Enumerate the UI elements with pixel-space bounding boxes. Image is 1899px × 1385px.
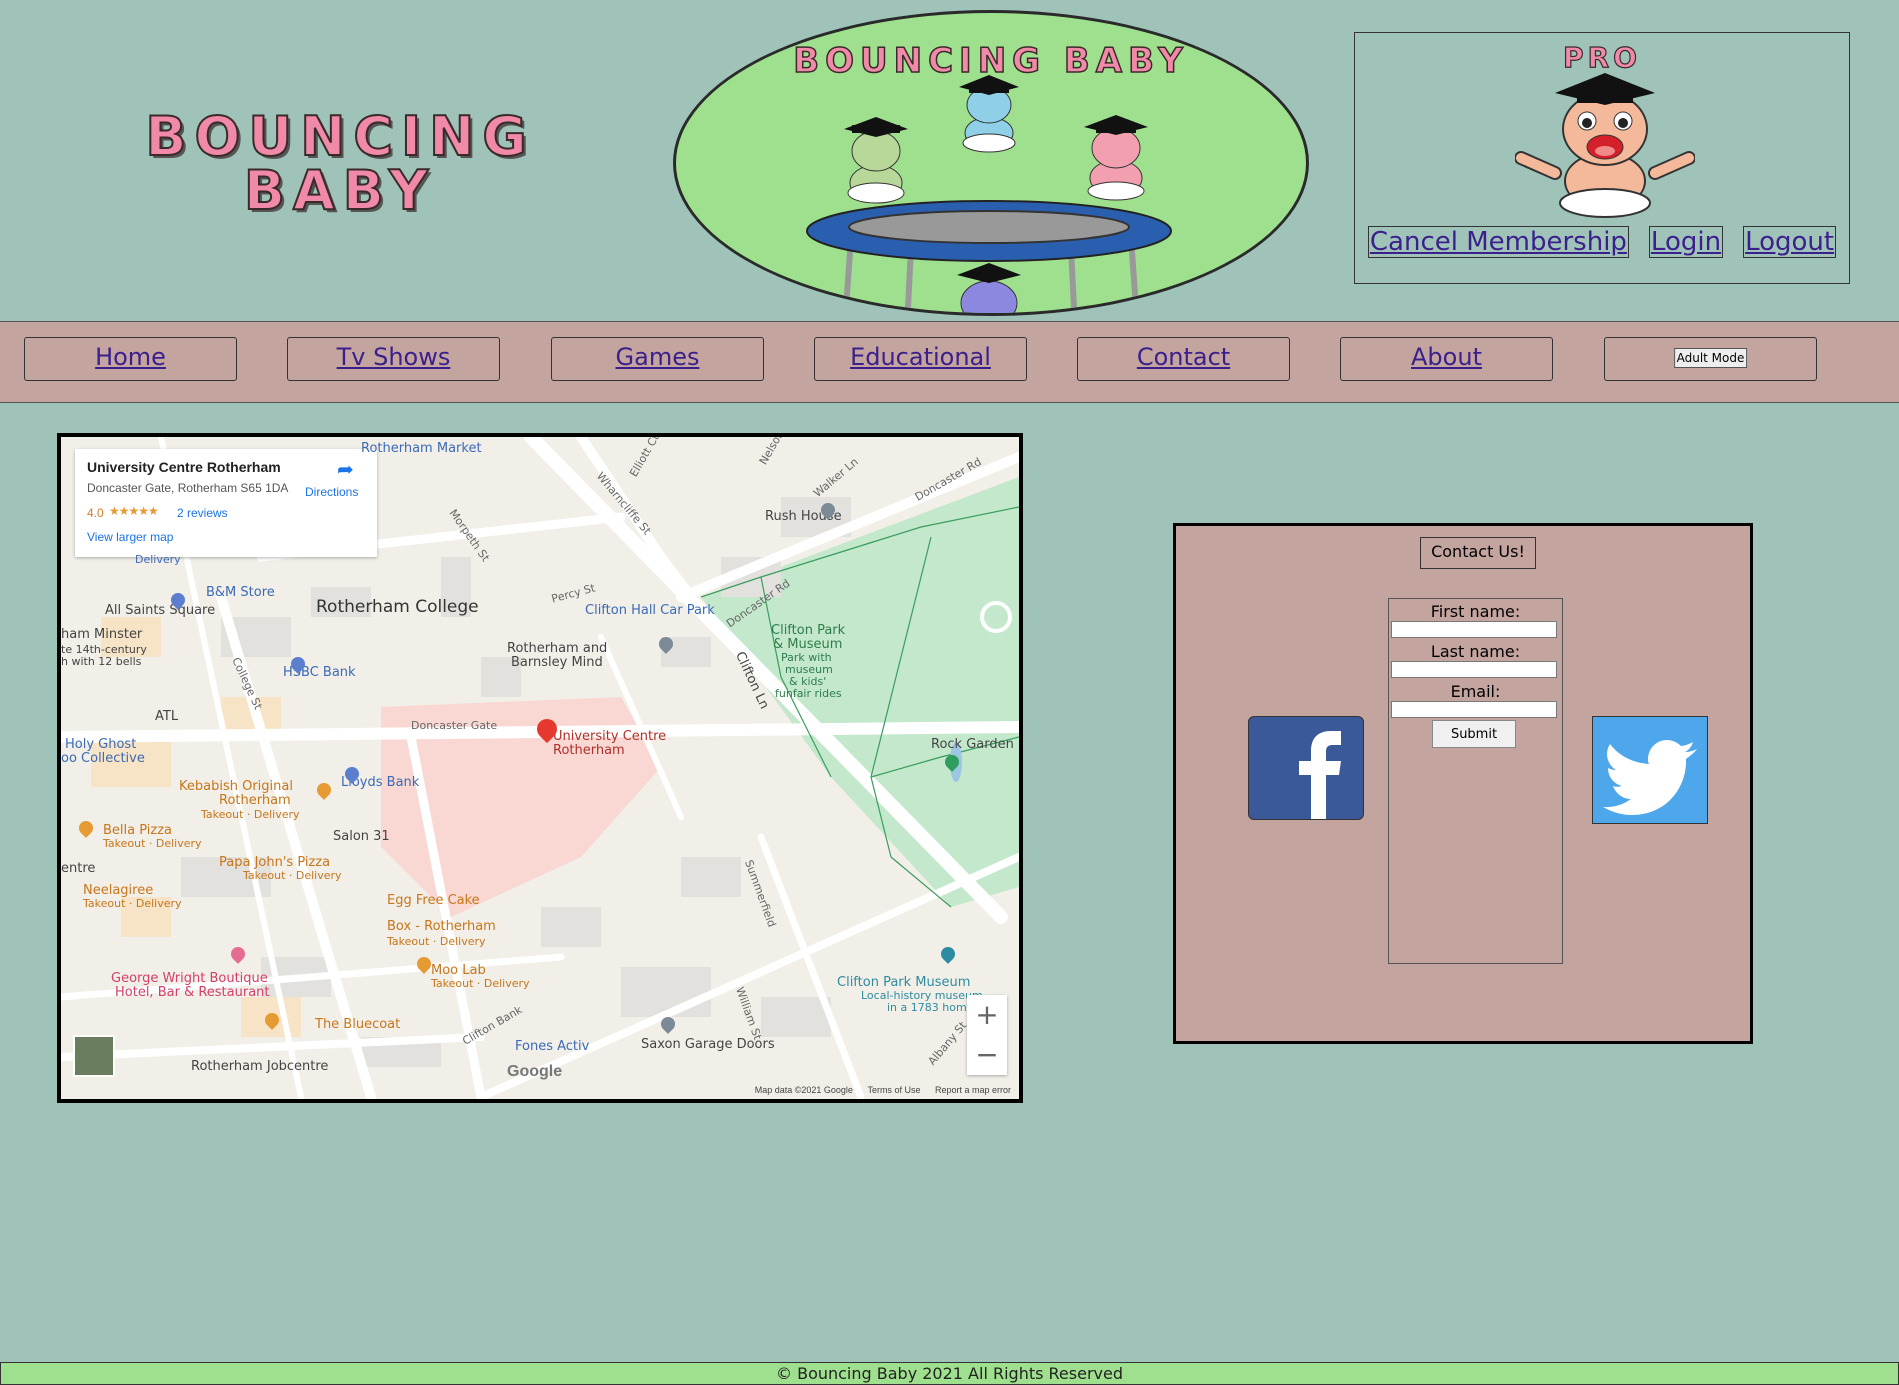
nav-games-link[interactable]: Games xyxy=(551,337,764,381)
map-label: oo Collective xyxy=(61,751,145,766)
map-label: Takeout · Delivery xyxy=(103,837,202,850)
map-data-text: Map data ©2021 Google xyxy=(754,1085,853,1095)
site-logo-text: BOUNCING BABY xyxy=(60,105,620,222)
nav-about-link[interactable]: About xyxy=(1340,337,1553,381)
main-nav: Home Tv Shows Games Educational Contact … xyxy=(0,321,1899,403)
first-name-field[interactable] xyxy=(1391,621,1557,638)
map-label: Rotherham and xyxy=(507,641,608,656)
terms-link[interactable]: Terms of Use xyxy=(867,1085,920,1095)
account-links: Cancel Membership Login Logout xyxy=(1355,226,1849,258)
map-label: Moo Lab xyxy=(431,963,486,978)
email-field[interactable] xyxy=(1391,701,1557,718)
map-label: funfair rides xyxy=(775,687,842,700)
map-label: ham Minster xyxy=(61,627,143,642)
banner-image: BOUNCING BABY xyxy=(673,10,1309,316)
place-name: University Centre Rotherham xyxy=(87,459,281,475)
contact-form: First name: Last name: Email: Submit xyxy=(1388,598,1563,964)
map-label: The Bluecoat xyxy=(315,1017,401,1032)
map-label: Takeout · Delivery xyxy=(83,897,182,910)
map-label: George Wright Boutique xyxy=(111,971,268,986)
view-larger-map-link[interactable]: View larger map xyxy=(87,530,173,544)
nav-home-link[interactable]: Home xyxy=(24,337,237,381)
map-label: Takeout · Delivery xyxy=(431,977,530,990)
map-label: Clifton Park xyxy=(771,623,846,638)
map-label: Fones Activ xyxy=(515,1039,590,1054)
zoom-control: + − xyxy=(967,995,1007,1075)
email-label: Email: xyxy=(1450,682,1501,701)
zoom-in-button[interactable]: + xyxy=(967,995,1007,1035)
map-label: Neelagiree xyxy=(83,883,154,898)
nav-contact-link[interactable]: Contact xyxy=(1077,337,1290,381)
logo-line-1: BOUNCING xyxy=(144,105,535,168)
map-label: Rotherham College xyxy=(316,597,479,617)
account-panel: PRO Cancel Membership Login Logout xyxy=(1354,32,1850,284)
embedded-map[interactable]: University Centre Rotherham Doncaster Ga… xyxy=(57,433,1023,1103)
map-label: University Centre xyxy=(553,729,667,744)
map-label: Bella Pizza xyxy=(103,823,173,838)
place-address: Doncaster Gate, Rotherham S65 1DA xyxy=(87,481,289,495)
first-name-label: First name: xyxy=(1430,602,1521,621)
report-error-link[interactable]: Report a map error xyxy=(935,1085,1011,1095)
logout-link[interactable]: Logout xyxy=(1743,226,1837,258)
map-label: Takeout · Delivery xyxy=(243,869,342,882)
login-link[interactable]: Login xyxy=(1648,226,1724,258)
map-label: Rotherham xyxy=(219,793,291,808)
map-label: Takeout · Delivery xyxy=(201,808,300,821)
map-label: Box - Rotherham xyxy=(387,919,496,934)
directions-icon[interactable]: ➦ xyxy=(337,457,354,482)
contact-title: Contact Us! xyxy=(1420,537,1536,569)
map-label: Delivery xyxy=(135,553,181,566)
map-label: Barnsley Mind xyxy=(511,655,603,670)
banner-title: BOUNCING BABY xyxy=(792,40,1189,82)
map-label: ATL xyxy=(155,709,179,724)
map-label: All Saints Square xyxy=(105,603,216,618)
nav-tv-shows-link[interactable]: Tv Shows xyxy=(287,337,500,381)
reviews-link[interactable]: 2 reviews xyxy=(177,506,228,520)
map-label: Egg Free Cake xyxy=(387,893,480,908)
facebook-icon[interactable] xyxy=(1248,716,1364,820)
nav-educational-link[interactable]: Educational xyxy=(814,337,1027,381)
place-rating: 4.0 xyxy=(87,506,104,520)
map-label: in a 1783 home xyxy=(887,1001,974,1014)
map-label: Kebabish Original xyxy=(179,779,293,794)
satellite-toggle[interactable] xyxy=(73,1035,115,1077)
submit-button[interactable]: Submit xyxy=(1432,720,1516,748)
logo-line-2: BABY xyxy=(243,159,437,222)
last-name-label: Last name: xyxy=(1430,642,1521,661)
map-label: Clifton Hall Car Park xyxy=(585,603,715,618)
adult-mode-button[interactable]: Adult Mode xyxy=(1673,348,1748,368)
map-label: entre xyxy=(61,861,96,876)
rating-stars: ★★★★★ xyxy=(109,504,159,518)
map-label: Rotherham Market xyxy=(361,441,482,456)
map-attribution: Map data ©2021 Google Terms of Use Repor… xyxy=(743,1085,1011,1095)
map-label: Rock Garden xyxy=(931,737,1014,752)
map-label: Clifton Park Museum xyxy=(837,975,971,990)
map-label: Takeout · Delivery xyxy=(387,935,486,948)
directions-link[interactable]: Directions xyxy=(305,485,358,499)
map-label: Papa John's Pizza xyxy=(219,855,331,870)
map-label: B&M Store xyxy=(206,585,275,600)
google-logo: Google xyxy=(507,1063,563,1080)
map-label: Salon 31 xyxy=(333,829,390,844)
site-footer: © Bouncing Baby 2021 All Rights Reserved xyxy=(0,1362,1899,1385)
last-name-field[interactable] xyxy=(1391,661,1557,678)
map-info-card: University Centre Rotherham Doncaster Ga… xyxy=(75,449,377,557)
cancel-membership-link[interactable]: Cancel Membership xyxy=(1367,226,1629,258)
twitter-icon[interactable] xyxy=(1592,716,1708,824)
contact-panel: Contact Us! First name: Last name: Email… xyxy=(1173,523,1753,1044)
map-label: Hotel, Bar & Restaurant xyxy=(115,985,270,1000)
map-label: Rotherham xyxy=(553,743,625,758)
adult-mode-container: Adult Mode xyxy=(1604,337,1817,381)
map-label: h with 12 bells xyxy=(61,655,142,668)
map-label: Rotherham Jobcentre xyxy=(191,1059,329,1074)
map-label: Holy Ghost xyxy=(65,737,137,752)
zoom-out-button[interactable]: − xyxy=(967,1035,1007,1075)
map-label: & Museum xyxy=(773,637,843,652)
map-label: Doncaster Gate xyxy=(411,719,498,732)
pro-baby-image xyxy=(1515,73,1695,218)
